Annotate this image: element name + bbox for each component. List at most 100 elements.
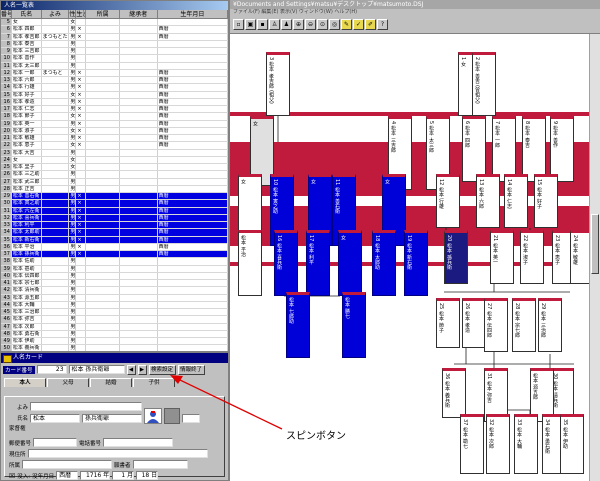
card-no-field[interactable]: 23: [36, 365, 67, 374]
table-row[interactable]: 28 松本 正吉 男: [1, 185, 228, 193]
table-row[interactable]: 50 松本 義兵衛 男: [1, 345, 228, 351]
person-box[interactable]: 3 松本 孝吉郎 (祖父): [266, 52, 290, 116]
table-row[interactable]: 46 松本 弥吉 男: [1, 316, 228, 324]
edit-icon[interactable]: ✐: [365, 19, 376, 30]
table-row[interactable]: 25 松本 里子 女: [1, 164, 228, 172]
table-row[interactable]: 26 松本 三之助 男: [1, 171, 228, 179]
table-row[interactable]: 41 松本 宗七郎 男: [1, 280, 228, 288]
open-icon[interactable]: ▣: [245, 19, 256, 30]
table-row[interactable]: 40 松本 伝四郎 男: [1, 272, 228, 280]
table-row[interactable]: 11 松本 太三郎 男: [1, 62, 228, 70]
person-box[interactable]: 29 松本 三治郎: [538, 298, 562, 352]
person-box[interactable]: 25 松本 節子: [436, 298, 460, 348]
table-row[interactable]: 20 松本 淑子 女 × 西暦: [1, 127, 228, 135]
table-row[interactable]: 35 松本 新右衛 男 × 西暦: [1, 236, 228, 244]
family-tree-canvas[interactable]: 3 松本 孝吉郎 (祖父) 1 女 2 松本 善吉 (曾祖父) 女 4 松本 三吉郎 5 …: [230, 34, 590, 481]
death-checkbox[interactable]: ☒: [9, 472, 15, 480]
person-box[interactable]: 14 松本 仁志: [504, 174, 528, 228]
heir-select[interactable]: [182, 413, 201, 423]
yomi-field[interactable]: [30, 402, 143, 411]
zoom-fit-icon[interactable]: ⊙: [317, 19, 328, 30]
table-row[interactable]: 37 松本 孫兵衛 男 × 西暦: [1, 251, 228, 259]
zoom-in-icon[interactable]: ⊕: [293, 19, 304, 30]
person-box[interactable]: 12 松本 行雄: [436, 174, 460, 228]
col-header-sex[interactable]: 性別: [69, 10, 77, 19]
table-row[interactable]: 36 松本 平治 男 × 西暦: [1, 243, 228, 251]
person-box[interactable]: 32 松本 次郎: [486, 414, 510, 474]
death-calendar-select[interactable]: 西暦: [56, 471, 79, 480]
table-row[interactable]: 32 松本 喜兵衛 男 × 西暦: [1, 214, 228, 222]
col-header-alive[interactable]: 生没: [76, 10, 87, 19]
note-icon[interactable]: ✎: [341, 19, 352, 30]
person-box[interactable]: 19 松本 新右衛: [404, 230, 428, 296]
col-header-heir[interactable]: 継承者: [120, 10, 158, 19]
tab-children[interactable]: 子供: [133, 378, 175, 387]
table-row[interactable]: 10 松本 善作 男: [1, 55, 228, 63]
tree-menubar[interactable]: ファイル(F) 編集(E) 表示(V) ウィンドウ(W) ヘルプ(H): [230, 9, 600, 16]
spin-next-button[interactable]: ▶: [137, 364, 147, 375]
table-row[interactable]: 18 松本 節子 女 × 西暦: [1, 113, 228, 121]
table-row[interactable]: 9 松本 三吉郎 男: [1, 48, 228, 56]
photo-placeholder[interactable]: [164, 408, 181, 424]
surname-field[interactable]: 松本: [30, 413, 81, 423]
person-box[interactable]: 28 松本 宗七郎: [512, 298, 536, 352]
table-row[interactable]: 21 松本 敏雄 男 × 西暦: [1, 135, 228, 143]
person-box[interactable]: 35 松本 伊助: [560, 414, 584, 474]
phone-field[interactable]: [103, 438, 174, 447]
table-row[interactable]: 43 松本 源五郎 男: [1, 294, 228, 302]
table-row[interactable]: 15 松本 好子 女 × 西暦: [1, 91, 228, 99]
portrait-icon[interactable]: [144, 408, 163, 424]
death-year-field[interactable]: 1716 年: [80, 471, 111, 480]
scrollbar-thumb[interactable]: [591, 214, 599, 274]
zoom-out-icon[interactable]: ⊖: [305, 19, 316, 30]
person-box[interactable]: 16 松本 喜兵衛: [274, 230, 298, 296]
table-row[interactable]: 14 松本 行雄 男 × 西暦: [1, 84, 228, 92]
table-row[interactable]: 48 松本 勇右衛 男: [1, 330, 228, 338]
family-icon[interactable]: ♟: [281, 19, 292, 30]
close-info-button[interactable]: 情報終了: [177, 364, 205, 375]
table-row[interactable]: 12 松本 一郎 まつもと男 × 西暦: [1, 69, 228, 77]
table-row[interactable]: 22 松本 恵子 女 × 西暦: [1, 142, 228, 150]
spin-prev-button[interactable]: ◀: [126, 364, 136, 375]
person-box[interactable]: 6 松本 四郎: [462, 116, 486, 182]
table-row[interactable]: 34 松本 太郎助 男 × 西暦: [1, 229, 228, 237]
postal-field[interactable]: [33, 438, 78, 447]
death-day-field[interactable]: 18 日: [136, 471, 159, 480]
col-header-birthdate[interactable]: 生年月日: [158, 10, 228, 19]
person-box[interactable]: 24 松本 敏雄: [570, 230, 590, 284]
person-box[interactable]: 2 松本 善吉 (曾祖父): [472, 52, 496, 116]
table-row[interactable]: 27 松本 武三郎 男: [1, 178, 228, 186]
person-box[interactable]: 7 松本 一郎: [492, 116, 516, 182]
vertical-scrollbar[interactable]: [589, 34, 600, 481]
table-row[interactable]: 44 松本 大輔 男: [1, 301, 228, 309]
save-icon[interactable]: ▪: [257, 19, 268, 30]
search-settings-button[interactable]: 検索設定: [148, 364, 176, 375]
table-row[interactable]: 47 松本 次郎 男: [1, 323, 228, 331]
person-box[interactable]: 22 松本 淑子: [520, 230, 544, 284]
person-box[interactable]: 36 松本 義兵衛: [442, 368, 466, 418]
col-header-no[interactable]: 番号: [1, 10, 12, 19]
address-field[interactable]: [27, 449, 208, 458]
table-row[interactable]: 6 松本 四郎 男 × 西暦: [1, 26, 228, 34]
person-box[interactable]: 松本 平治: [238, 230, 262, 296]
person-box[interactable]: 15 松本 好子: [534, 174, 558, 228]
person-box[interactable]: 37 松本 勘七: [460, 414, 484, 474]
death-month-field[interactable]: 1 月: [112, 471, 135, 480]
person-box[interactable]: 女: [338, 230, 362, 296]
col-header-affiliation[interactable]: 所属: [86, 10, 120, 19]
col-header-name[interactable]: 氏名: [12, 10, 42, 19]
new-icon[interactable]: ▫: [233, 19, 244, 30]
affiliation-field[interactable]: [22, 460, 113, 469]
person-box[interactable]: 33 松本 大輔: [514, 414, 538, 474]
table-row[interactable]: 30 松本 寅之助 男 × 西暦: [1, 200, 228, 208]
tab-self[interactable]: 本人: [4, 378, 46, 387]
help-icon[interactable]: ?: [377, 19, 388, 30]
zoom-reset-icon[interactable]: ◎: [329, 19, 340, 30]
table-row[interactable]: 31 松本 六左衛 男 × 西暦: [1, 207, 228, 215]
table-row[interactable]: 29 松本 善右衛 男 × 西暦: [1, 193, 228, 201]
table-row[interactable]: 42 松本 清兵衛 男: [1, 287, 228, 295]
col-header-yomi[interactable]: よみ: [42, 10, 70, 19]
person-icon[interactable]: ♙: [269, 19, 280, 30]
person-box[interactable]: 9 松本 善作: [550, 116, 574, 182]
table-row[interactable]: 5女女: [1, 19, 228, 27]
